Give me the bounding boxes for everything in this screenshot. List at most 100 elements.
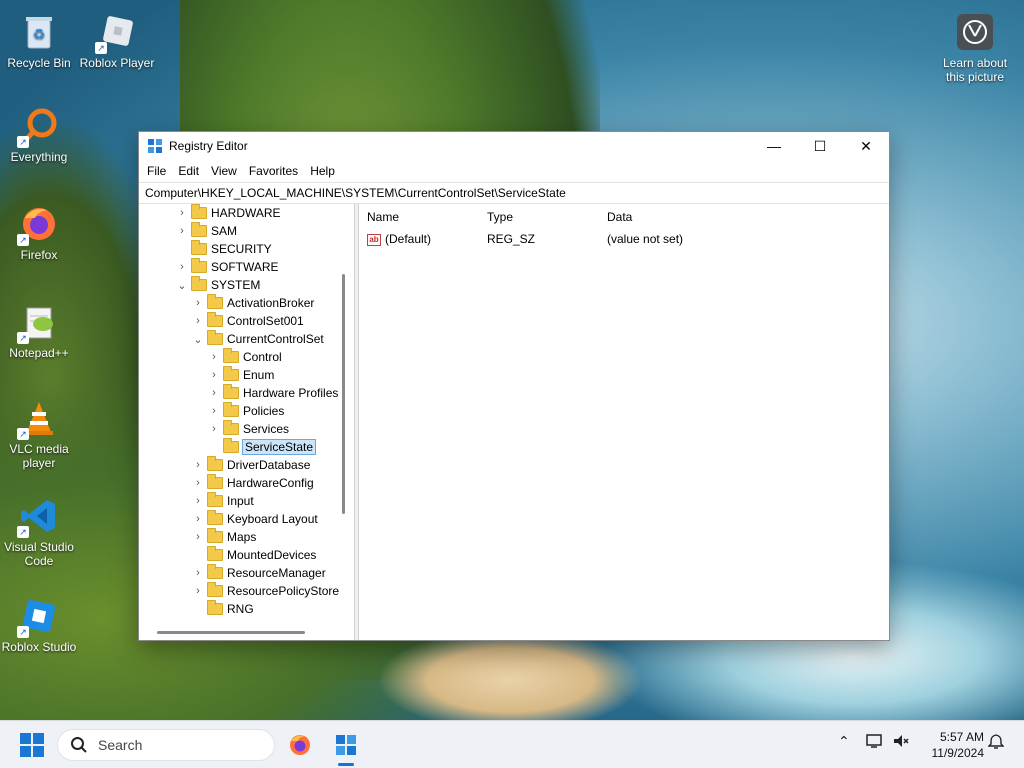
tree-node-hardwareconfig[interactable]: › HardwareConfig [191,474,314,492]
volume-status[interactable] [892,733,910,752]
column-header-name[interactable]: Name [359,210,479,224]
recycle-bin-icon: ♻ [19,12,59,52]
clock[interactable]: 5:57 AM 11/9/2024 [920,729,985,761]
collapse-chevron-icon[interactable]: ⌄ [191,333,205,346]
tree-horizontal-scrollbar[interactable] [157,631,305,634]
folder-icon [207,312,223,327]
value-type: REG_SZ [487,232,536,246]
tree-node-resourcemanager[interactable]: › ResourceManager [191,564,326,582]
desktop-icon-roblox-player[interactable]: ↗ Roblox Player [78,12,156,70]
expand-chevron-icon[interactable]: › [191,567,205,579]
registry-editor-icon [336,735,356,755]
network-status[interactable] [866,733,884,752]
show-hidden-icons-button[interactable]: ⌃ [838,733,850,750]
search-placeholder: Search [98,737,143,753]
minimize-button[interactable]: — [751,132,797,160]
tree-node-driverdatabase[interactable]: › DriverDatabase [191,456,310,474]
svg-text:♻: ♻ [33,26,46,42]
expand-chevron-icon[interactable]: › [191,531,205,543]
notifications-button[interactable] [987,733,1005,752]
tree-node-rng[interactable]: RNG [191,600,254,618]
menu-file[interactable]: File [141,164,172,178]
tree-node-policies[interactable]: › Policies [207,402,284,420]
desktop-icon-everything[interactable]: ↗ Everything [0,106,78,164]
taskbar-registry-editor-button[interactable] [330,729,362,761]
address-bar[interactable]: Computer\HKEY_LOCAL_MACHINE\SYSTEM\Curre… [139,182,889,204]
tree-node-services[interactable]: › Services [207,420,289,438]
taskbar-firefox-button[interactable] [284,729,316,761]
tree-node-control[interactable]: › Control [207,348,282,366]
desktop-icon-label: Visual Studio Code [4,540,74,568]
folder-icon [223,438,239,453]
tree-node-enum[interactable]: › Enum [207,366,274,384]
desktop-icon-firefox[interactable]: ↗ Firefox [0,204,78,262]
folder-icon [191,204,207,219]
tree-node-hardware[interactable]: › HARDWARE [175,204,281,222]
tree-node-system[interactable]: ⌄ SYSTEM [175,276,260,294]
tree-node-maps[interactable]: › Maps [191,528,256,546]
tree-node-activationbroker[interactable]: › ActivationBroker [191,294,314,312]
clock-date: 11/9/2024 [931,746,985,760]
expand-chevron-icon[interactable]: › [191,495,205,507]
tree-node-security[interactable]: SECURITY [175,240,272,258]
folder-icon [223,384,239,399]
camera-spotlight-icon [955,12,995,52]
desktop-icon-roblox-studio[interactable]: ↗ Roblox Studio [0,596,78,654]
expand-chevron-icon[interactable]: › [207,423,221,435]
expand-chevron-icon[interactable]: › [207,387,221,399]
expand-chevron-icon[interactable]: › [191,477,205,489]
desktop-icon-label: Notepad++ [9,346,69,360]
desktop-icon-recycle-bin[interactable]: ♻ Recycle Bin [0,12,78,70]
expand-chevron-icon[interactable]: › [175,207,189,219]
expand-chevron-icon[interactable]: › [207,351,221,363]
expand-chevron-icon[interactable]: › [191,459,205,471]
folder-icon [207,330,223,345]
expand-chevron-icon[interactable]: › [191,315,205,327]
tree-node-hardware-profiles[interactable]: › Hardware Profiles [207,384,338,402]
tree-node-software[interactable]: › SOFTWARE [175,258,279,276]
desktop-icon-label: Firefox [20,248,58,262]
expand-chevron-icon[interactable]: › [191,585,205,597]
value-data: (value not set) [607,232,684,246]
column-header-data[interactable]: Data [599,210,799,224]
desktop-icon-vlc[interactable]: ↗ VLC media player [0,398,78,470]
tree-node-keyboard-layout[interactable]: › Keyboard Layout [191,510,318,528]
expand-chevron-icon[interactable]: › [175,225,189,237]
firefox-icon [290,735,310,755]
tree-node-mounteddevices[interactable]: MountedDevices [191,546,316,564]
collapse-chevron-icon[interactable]: ⌄ [175,279,189,292]
expand-chevron-icon[interactable]: › [191,297,205,309]
title-bar[interactable]: Registry Editor — ☐ ✕ [139,132,889,160]
expand-chevron-icon[interactable]: › [191,513,205,525]
expand-chevron-icon[interactable]: › [175,261,189,273]
maximize-button[interactable]: ☐ [797,132,843,160]
close-button[interactable]: ✕ [843,132,889,160]
desktop-icon-vscode[interactable]: ↗ Visual Studio Code [0,496,78,568]
tree-node-input[interactable]: › Input [191,492,254,510]
desktop-icon-label: Everything [10,150,68,164]
menu-help[interactable]: Help [304,164,341,178]
menu-edit[interactable]: Edit [172,164,205,178]
learn-about-picture[interactable]: Learn about this picture [936,12,1014,84]
desktop-icon-notepadpp[interactable]: ↗ Notepad++ [0,302,78,360]
tree-node-resourcepolicystore[interactable]: › ResourcePolicyStore [191,582,339,600]
tree-node-controlset001[interactable]: › ControlSet001 [191,312,304,330]
tree-node-servicestate[interactable]: ServiceState [207,438,317,456]
menu-bar: File Edit View Favorites Help [139,160,889,182]
tree-node-currentcontrolset[interactable]: ⌄ CurrentControlSet [191,330,324,348]
column-header-type[interactable]: Type [479,210,599,224]
taskbar-search[interactable]: Search [57,729,275,761]
expand-chevron-icon[interactable]: › [207,369,221,381]
start-button[interactable] [20,733,44,757]
string-value-icon: ab [367,233,381,246]
expand-chevron-icon[interactable]: › [207,405,221,417]
desktop-icon-label: Recycle Bin [7,56,71,70]
value-row-default[interactable]: ab (Default) REG_SZ (value not set) [359,230,889,248]
tree-vertical-scrollbar[interactable] [342,274,345,514]
menu-view[interactable]: View [205,164,243,178]
folder-icon [223,420,239,435]
tree-node-sam[interactable]: › SAM [175,222,237,240]
folder-icon [207,456,223,471]
folder-icon [223,366,239,381]
menu-favorites[interactable]: Favorites [243,164,304,178]
